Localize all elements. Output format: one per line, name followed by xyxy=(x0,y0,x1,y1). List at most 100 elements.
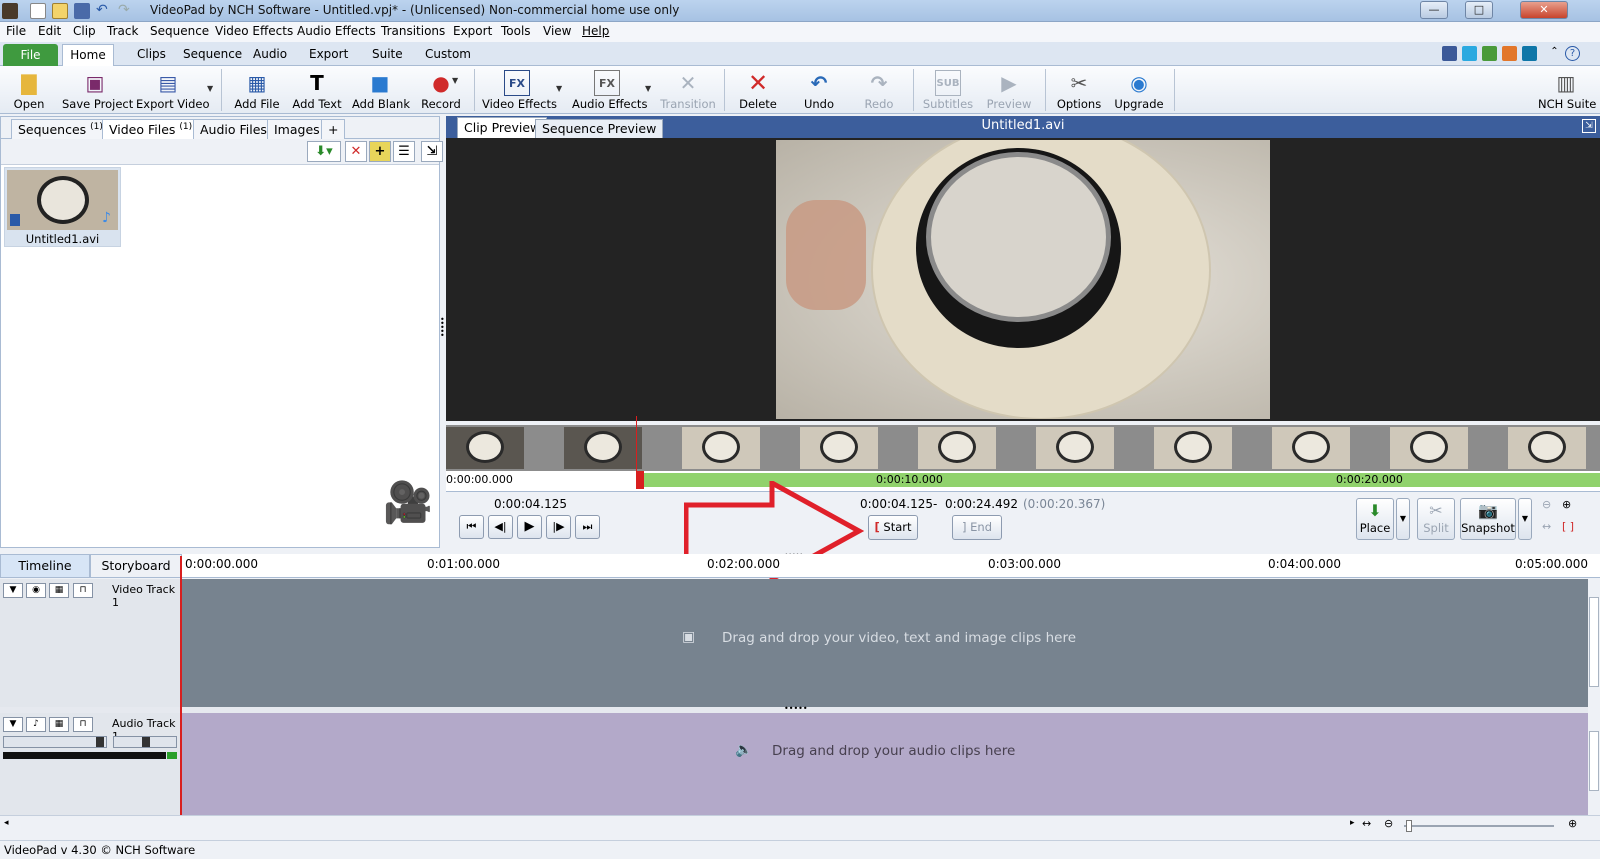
menu-audio-effects[interactable]: Audio Effects xyxy=(297,24,376,38)
open-button[interactable]: ▇ Open xyxy=(8,66,50,114)
minimize-button[interactable]: — xyxy=(1420,1,1448,19)
selected-range-bar[interactable] xyxy=(643,473,1600,487)
tab-export[interactable]: Export xyxy=(309,47,348,61)
redo-quick-icon[interactable]: ↷ xyxy=(118,3,134,19)
menu-tools[interactable]: Tools xyxy=(501,24,531,38)
tab-storyboard[interactable]: Storyboard xyxy=(90,554,182,578)
video-track[interactable]: ▼ ◉ ▦ ⊓ Video Track 1 ▣ Drag and drop yo… xyxy=(0,579,1588,707)
collapse-ribbon-icon[interactable]: ⌃ xyxy=(1547,46,1562,61)
menu-video-effects[interactable]: Video Effects xyxy=(215,24,293,38)
place-dropdown-icon[interactable]: ▼ xyxy=(1396,498,1410,540)
tab-custom[interactable]: Custom xyxy=(425,47,471,61)
add-file-button[interactable]: ▦ Add File xyxy=(234,66,280,114)
next-frame-button[interactable]: |▶ xyxy=(546,515,571,539)
restore-button[interactable]: □ xyxy=(1465,1,1493,19)
subtitles-button[interactable]: SUB Subtitles xyxy=(922,66,974,114)
previous-frame-button[interactable]: ◀| xyxy=(488,515,513,539)
undock-icon[interactable]: ⇲ xyxy=(421,141,443,162)
eye-icon[interactable]: ◉ xyxy=(26,583,46,598)
fit-width-icon[interactable]: ↔ xyxy=(1542,520,1551,533)
undock-preview-icon[interactable]: ⇲ xyxy=(1582,119,1596,133)
fit-timeline-icon[interactable]: ↔ xyxy=(1362,817,1371,830)
tab-sequence-preview[interactable]: Sequence Preview xyxy=(535,119,664,138)
transition-button[interactable]: ✕ Transition xyxy=(660,66,716,114)
lock-icon[interactable]: ⊓ xyxy=(73,583,93,598)
video-effects-dropdown-icon[interactable]: ▼ xyxy=(556,84,562,93)
timeline-zoom-in-icon[interactable]: ⊕ xyxy=(1568,817,1577,830)
audio-effects-button[interactable]: FX Audio Effects xyxy=(572,66,647,114)
open-folder-icon[interactable] xyxy=(52,3,68,19)
new-file-icon[interactable] xyxy=(30,3,46,19)
menu-view[interactable]: View xyxy=(543,24,571,38)
audio-track-scrollbar[interactable] xyxy=(1588,713,1600,815)
save-project-button[interactable]: ▣ Save Project xyxy=(62,66,133,114)
add-text-button[interactable]: T Add Text xyxy=(292,66,342,114)
scroll-right-icon[interactable]: ▸ xyxy=(1350,818,1355,828)
linkedin-icon[interactable] xyxy=(1522,46,1537,61)
tab-add-bin[interactable]: + xyxy=(321,119,346,139)
video-track-scrollbar[interactable] xyxy=(1588,579,1600,707)
pan-slider[interactable] xyxy=(113,736,177,748)
tab-home[interactable]: Home xyxy=(62,44,114,67)
group-icon[interactable]: ▦ xyxy=(49,717,69,732)
tab-file[interactable]: File xyxy=(3,44,58,66)
fit-selection-icon[interactable]: [ ] xyxy=(1562,520,1574,533)
zoom-in-icon[interactable]: ⊕ xyxy=(1562,498,1571,511)
split-button[interactable]: ✂ Split xyxy=(1417,498,1455,540)
speaker-icon[interactable]: ♪ xyxy=(26,717,46,732)
tab-audio[interactable]: Audio xyxy=(253,47,287,61)
tab-suite[interactable]: Suite xyxy=(372,47,403,61)
new-folder-icon[interactable]: + xyxy=(369,141,391,162)
go-to-end-button[interactable]: ⏭ xyxy=(575,515,600,539)
tab-sequence[interactable]: Sequence xyxy=(183,47,242,61)
group-icon[interactable]: ▦ xyxy=(49,583,69,598)
menu-clip[interactable]: Clip xyxy=(73,24,96,38)
save-icon[interactable] xyxy=(74,3,90,19)
tab-audio-files[interactable]: Audio Files xyxy=(193,119,274,139)
collapse-track-icon[interactable]: ▼ xyxy=(3,583,23,598)
twitter-icon[interactable] xyxy=(1462,46,1477,61)
close-button[interactable]: ✕ xyxy=(1520,1,1568,19)
vertical-splitter-handle[interactable]: • • • • • xyxy=(440,316,446,340)
zoom-out-icon[interactable]: ⊖ xyxy=(1542,498,1551,511)
snapshot-dropdown-icon[interactable]: ▼ xyxy=(1518,498,1532,540)
snapshot-button[interactable]: 📷 Snapshot xyxy=(1460,498,1516,540)
google-icon[interactable] xyxy=(1482,46,1497,61)
import-dropdown-icon[interactable]: ⬇▾ xyxy=(307,141,341,162)
start-marker-icon[interactable] xyxy=(636,471,644,489)
play-button[interactable]: ▶ xyxy=(517,515,542,539)
timeline-zoom-slider[interactable] xyxy=(1404,820,1554,832)
menu-help[interactable]: Help xyxy=(582,24,609,38)
scroll-left-icon[interactable]: ◂ xyxy=(4,818,9,828)
go-to-start-button[interactable]: ⏮ xyxy=(459,515,484,539)
menu-edit[interactable]: Edit xyxy=(38,24,61,38)
tab-video-files[interactable]: Video Files (1) xyxy=(102,119,200,139)
stumbleupon-icon[interactable] xyxy=(1502,46,1517,61)
record-dropdown-icon[interactable]: ▼ xyxy=(452,76,458,85)
redo-button[interactable]: ↷ Redo xyxy=(860,66,898,114)
audio-effects-dropdown-icon[interactable]: ▼ xyxy=(645,84,651,93)
export-dropdown-icon[interactable]: ▼ xyxy=(207,84,213,93)
add-blank-button[interactable]: ■ Add Blank xyxy=(352,66,410,114)
undo-quick-icon[interactable]: ↶ xyxy=(96,3,112,19)
clip-ruler[interactable]: 0:00:00.000 0:00:10.000 0:00:20.000 xyxy=(446,416,1600,492)
help-icon[interactable]: ? xyxy=(1565,46,1580,61)
video-file-item[interactable]: ♪ Untitled1.avi xyxy=(4,167,121,247)
place-button[interactable]: ⬇ Place xyxy=(1356,498,1394,540)
tab-clip-preview[interactable]: Clip Preview xyxy=(457,117,548,138)
volume-slider[interactable] xyxy=(3,736,107,748)
clip-filmstrip[interactable] xyxy=(446,425,1600,471)
remove-icon[interactable]: ✕ xyxy=(345,141,367,162)
menu-track[interactable]: Track xyxy=(107,24,138,38)
options-button[interactable]: ✂ Options xyxy=(1054,66,1104,114)
video-effects-button[interactable]: FX Video Effects xyxy=(482,66,557,114)
preview-button[interactable]: ▶ Preview xyxy=(984,66,1034,114)
tab-timeline[interactable]: Timeline xyxy=(0,554,90,578)
timeline-horizontal-scrollbar[interactable]: ◂ ▸ ↔ ⊖ ⊕ xyxy=(0,815,1600,835)
lock-icon[interactable]: ⊓ xyxy=(73,717,93,732)
tab-clips[interactable]: Clips xyxy=(137,47,166,61)
record-button[interactable]: ● Record xyxy=(418,66,464,114)
menu-sequence[interactable]: Sequence xyxy=(150,24,209,38)
timeline-playhead[interactable] xyxy=(180,556,182,815)
tab-images[interactable]: Images xyxy=(267,119,327,139)
